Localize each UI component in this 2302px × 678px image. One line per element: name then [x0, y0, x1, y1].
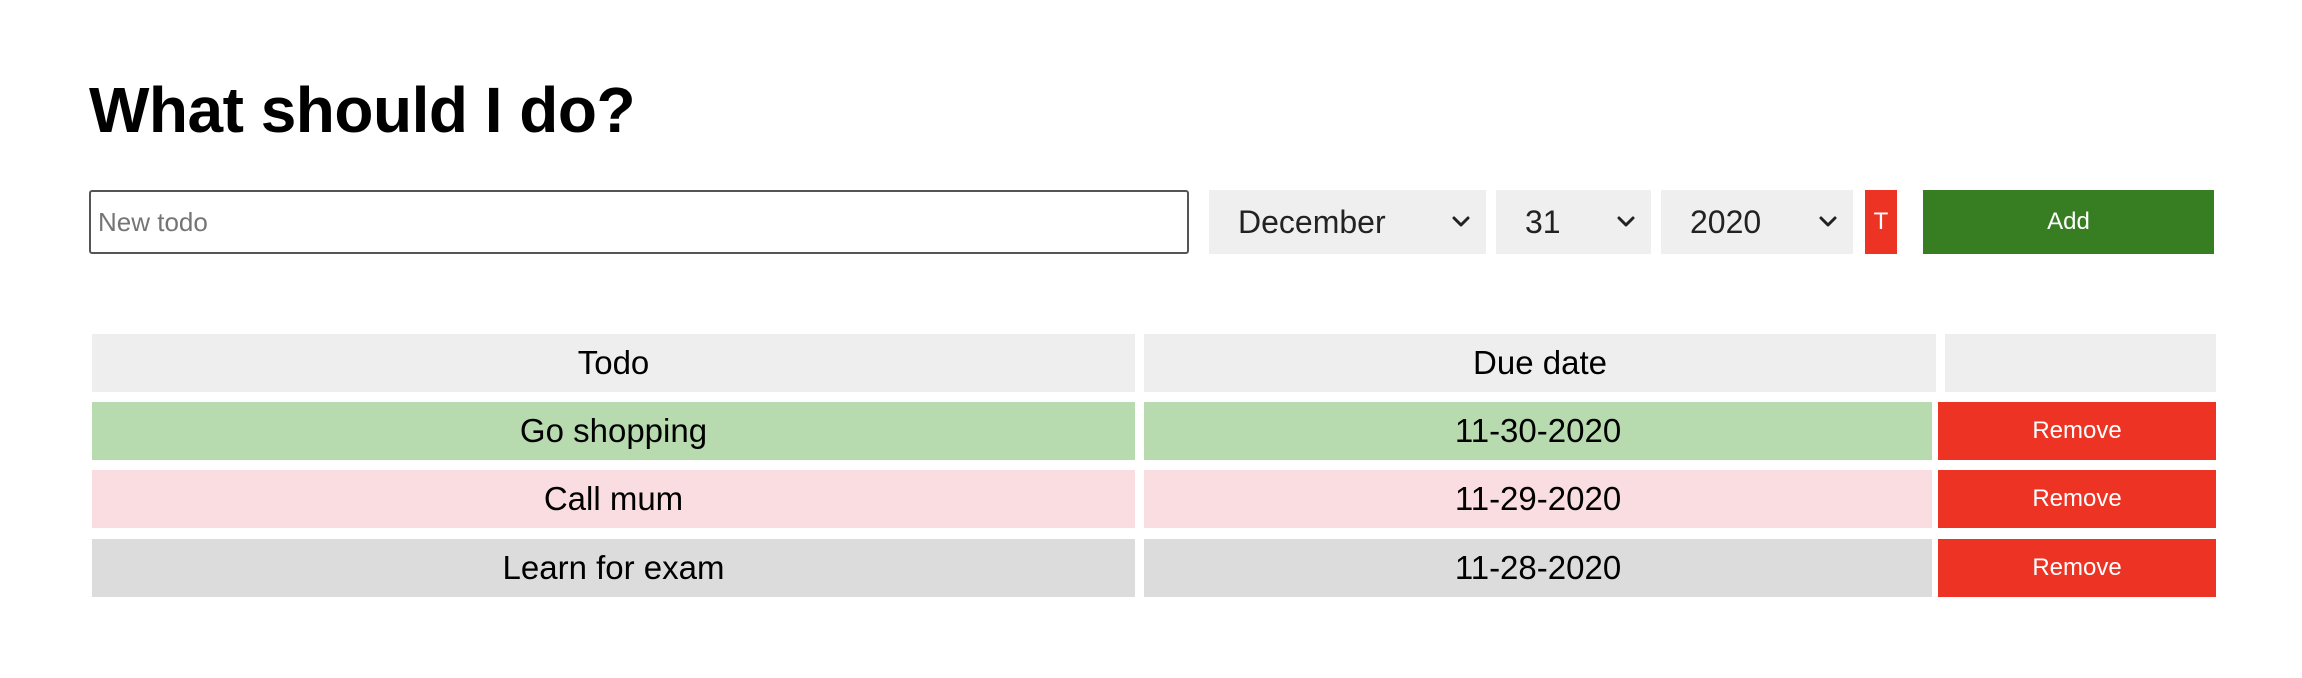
year-select[interactable]: 2020	[1661, 190, 1853, 254]
row-1-todo: Go shopping	[92, 402, 1135, 460]
page-title: What should I do?	[89, 74, 636, 146]
todo-app: What should I do? December 31 2020 T Add…	[0, 0, 2302, 678]
chevron-down-icon	[1452, 216, 1470, 227]
header-todo: Todo	[92, 334, 1135, 392]
row-3-todo: Learn for exam	[92, 539, 1135, 597]
row-2-todo: Call mum	[92, 470, 1135, 528]
header-actions	[1945, 334, 2216, 392]
day-select-value: 31	[1525, 203, 1561, 240]
month-select-value: December	[1238, 203, 1386, 240]
row-1-due-date: 11-30-2020	[1144, 402, 1932, 460]
add-todo-form: December 31 2020 T Add	[89, 190, 2214, 254]
today-button[interactable]: T	[1865, 190, 1897, 254]
new-todo-input[interactable]	[89, 190, 1189, 254]
row-2-remove-button[interactable]: Remove	[1938, 470, 2216, 528]
add-button[interactable]: Add	[1923, 190, 2214, 254]
chevron-down-icon	[1617, 216, 1635, 227]
row-3-remove-button[interactable]: Remove	[1938, 539, 2216, 597]
row-2-due-date: 11-29-2020	[1144, 470, 1932, 528]
month-select[interactable]: December	[1209, 190, 1486, 254]
row-3-due-date: 11-28-2020	[1144, 539, 1932, 597]
row-1-remove-button[interactable]: Remove	[1938, 402, 2216, 460]
year-select-value: 2020	[1690, 203, 1762, 240]
day-select[interactable]: 31	[1496, 190, 1651, 254]
header-due-date: Due date	[1144, 334, 1936, 392]
chevron-down-icon	[1819, 216, 1837, 227]
